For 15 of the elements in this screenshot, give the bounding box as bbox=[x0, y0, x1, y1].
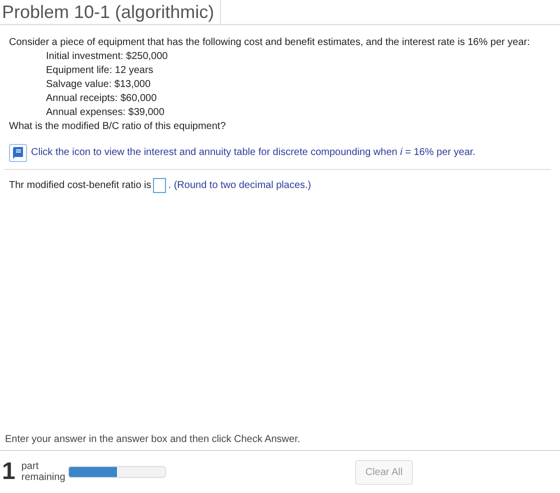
problem-intro: Consider a piece of equipment that has the following cost and benefit estimates, and the interest rate is 16% per year: bbox=[9, 36, 531, 50]
estimate-line: Initial investment: $250,000 bbox=[46, 50, 169, 64]
estimate-line: Annual receipts: $60,000 bbox=[46, 92, 158, 106]
answer-prefix: Thr modified cost-benefit ratio is bbox=[9, 178, 152, 192]
parts-count: 1 bbox=[2, 458, 16, 486]
instruction-text: Enter your answer in the answer box and then click Check Answer. bbox=[0, 434, 560, 451]
estimate-line: Equipment life: 12 years bbox=[46, 64, 154, 78]
answer-hint: . (Round to two decimal places.) bbox=[168, 178, 312, 192]
answer-box[interactable] bbox=[153, 178, 166, 193]
estimate-line: Annual expenses: $39,000 bbox=[46, 106, 166, 120]
book-icon[interactable] bbox=[9, 144, 27, 162]
estimate-line: Salvage value: $13,000 bbox=[46, 78, 152, 92]
question-text: What is the modified B/C ratio of this equipment? bbox=[9, 120, 227, 134]
problem-title: Problem 10-1 (algorithmic) bbox=[2, 0, 222, 24]
table-link[interactable]: Click the icon to view the interest and annuity table for discrete compounding when i = 16% per year. bbox=[31, 146, 476, 160]
